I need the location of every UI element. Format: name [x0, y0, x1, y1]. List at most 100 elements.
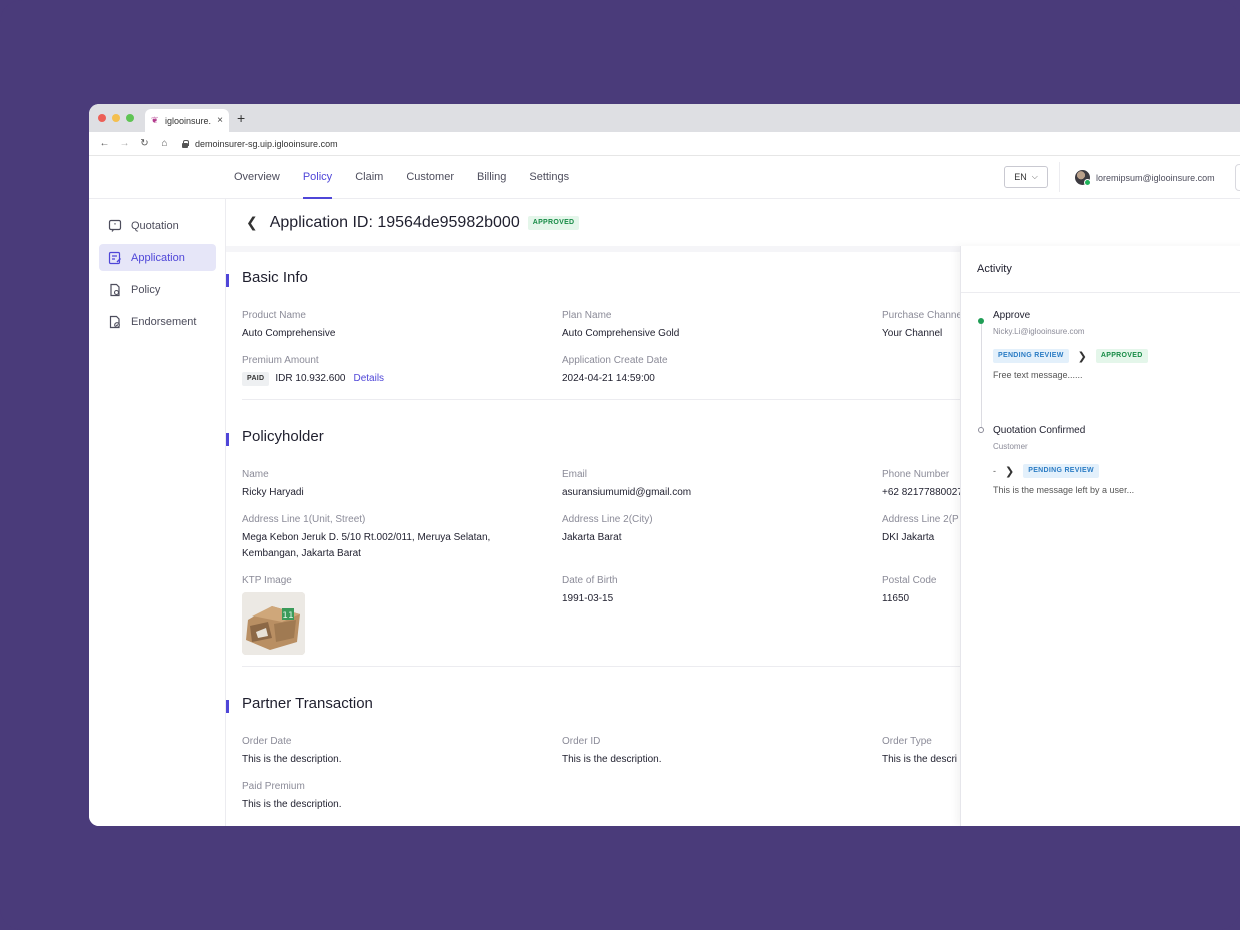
section-title-policyholder: Policyholder [242, 428, 324, 445]
details-link[interactable]: Details [353, 371, 384, 387]
minimize-window-button[interactable] [112, 114, 120, 122]
close-window-button[interactable] [98, 114, 106, 122]
ktp-image-label: KTP Image [242, 575, 292, 586]
nav-overview[interactable]: Overview [234, 156, 280, 199]
address-bar: ← → ↻ ⌂ demoinsurer-sg.uip.iglooinsure.c… [89, 132, 1240, 156]
section-title-partner-transaction: Partner Transaction [242, 695, 373, 712]
name-value: Ricky Haryadi [242, 487, 304, 498]
svg-text:11: 11 [282, 611, 293, 621]
activity-message: This is the message left by a user... [993, 485, 1135, 495]
section-accent-bar [226, 433, 229, 446]
order-id-value: This is the description. [562, 754, 662, 765]
premium-amount-label: Premium Amount [242, 355, 319, 366]
phone-value: +62 82177880027 [882, 487, 960, 498]
back-icon[interactable]: ← [97, 138, 112, 149]
activity-message: Free text message...... [993, 370, 1083, 380]
sidebar-item-label: Quotation [131, 219, 179, 232]
header-action-button[interactable] [1235, 164, 1240, 191]
sidebar-item-quotation[interactable]: “ Quotation [99, 212, 216, 239]
window-controls [98, 114, 134, 122]
activity-actor: Nicky.Li@iglooinsure.com [993, 327, 1085, 336]
language-select[interactable]: EN ⌵ [1004, 166, 1048, 188]
address-line-1-label: Address Line 1(Unit, Street) [242, 514, 366, 525]
section-divider [242, 399, 960, 400]
nav-billing[interactable]: Billing [477, 156, 506, 199]
premium-amount-value: IDR 10.932.600 [275, 373, 346, 384]
nav-settings[interactable]: Settings [529, 156, 569, 199]
create-date-value: 2024-04-21 14:59:00 [562, 373, 655, 384]
status-from-badge: PENDING REVIEW [993, 349, 1069, 363]
sidebar-item-endorsement[interactable]: Endorsement [99, 308, 216, 335]
activity-status-change: - ❯ PENDING REVIEW [993, 464, 1134, 478]
paid-premium-label: Paid Premium [242, 781, 305, 792]
purchase-channel-value: Your Channel [882, 328, 943, 339]
order-id-label: Order ID [562, 736, 601, 747]
create-date-label: Application Create Date [562, 355, 668, 366]
address-line-1-value-1: Mega Kebon Jeruk D. 5/10 Rt.002/011, Mer… [242, 532, 491, 543]
url-field[interactable]: demoinsurer-sg.uip.iglooinsure.com [181, 139, 338, 149]
order-date-value: This is the description. [242, 754, 342, 765]
status-from-text: - [993, 466, 996, 476]
phone-label: Phone Number [882, 469, 950, 480]
product-name-value: Auto Comprehensive [242, 328, 336, 339]
address-line-2-label: Address Line 2(City) [562, 514, 653, 525]
page-title: Application ID: 19564de95982b000 [269, 213, 520, 231]
status-badge: APPROVED [527, 215, 580, 230]
postal-code-label: Postal Code [882, 575, 937, 586]
main-nav: Overview Policy Claim Customer Billing S… [234, 156, 592, 199]
status-to-badge: PENDING REVIEW [1023, 464, 1099, 478]
page-header: ❮ Application ID: 19564de95982b000 APPRO… [226, 199, 1240, 246]
igloo-favicon-icon: ❦ [151, 115, 159, 125]
section-divider [242, 666, 960, 667]
quote-icon: “ [108, 219, 122, 232]
maximize-window-button[interactable] [126, 114, 134, 122]
header-divider [1059, 162, 1060, 192]
address-line-3-label: Address Line 2(P [882, 514, 959, 525]
section-accent-bar [226, 274, 229, 287]
user-menu[interactable]: loremipsum@iglooinsure.com [1075, 170, 1215, 186]
browser-tab[interactable]: ❦ iglooinsure. × [145, 109, 229, 132]
purchase-channel-label: Purchase Channe [882, 310, 960, 321]
app-header: Overview Policy Claim Customer Billing S… [89, 156, 1240, 199]
product-name-label: Product Name [242, 310, 306, 321]
premium-amount-row: PAID IDR 10.932.600 Details [242, 371, 384, 387]
back-arrow-icon[interactable]: ❮ [246, 214, 258, 231]
activity-panel: Activity Approve Nicky.Li@iglooinsure.co… [960, 246, 1240, 826]
forward-icon[interactable]: → [117, 138, 132, 149]
sidebar-item-application[interactable]: Application [99, 244, 216, 271]
tab-title: iglooinsure. [165, 115, 212, 126]
order-type-label: Order Type [882, 736, 932, 747]
tab-bar: ❦ iglooinsure. × + [89, 104, 1240, 132]
address-line-1-value-2: Kembangan, Jakarta Barat [242, 548, 361, 559]
email-value: asuransiumumid@gmail.com [562, 487, 692, 498]
home-icon[interactable]: ⌂ [157, 138, 172, 149]
name-label: Name [242, 469, 269, 480]
activity-name: Quotation Confirmed [993, 425, 1086, 436]
address-line-3-value: DKI Jakarta [882, 532, 935, 543]
nav-policy[interactable]: Policy [302, 156, 333, 199]
policy-icon [110, 283, 120, 296]
activity-actor: Customer [993, 442, 1028, 451]
timeline-dot-approved [978, 318, 984, 324]
svg-text:“: “ [113, 222, 116, 229]
nav-customer[interactable]: Customer [406, 156, 454, 199]
reload-icon[interactable]: ↻ [137, 138, 152, 149]
new-tab-button[interactable]: + [237, 110, 245, 126]
timeline-dot-pending [978, 427, 984, 433]
section-accent-bar [226, 700, 229, 713]
activity-entry: Approve Nicky.Li@iglooinsure.com PENDING… [993, 310, 1148, 380]
tab-close-icon[interactable]: × [217, 115, 223, 126]
language-value: EN [1014, 172, 1027, 182]
sidebar-item-policy[interactable]: Policy [99, 276, 216, 303]
avatar [1075, 170, 1091, 186]
ktp-image-thumbnail[interactable]: 11 [242, 592, 305, 655]
activity-name: Approve [993, 310, 1031, 321]
chevron-right-icon: ❯ [1005, 465, 1015, 478]
plan-name-value: Auto Comprehensive Gold [562, 328, 680, 339]
sidebar-item-label: Endorsement [131, 315, 197, 328]
address-line-2-value: Jakarta Barat [562, 532, 622, 543]
chevron-down-icon: ⌵ [1031, 172, 1038, 181]
nav-claim[interactable]: Claim [355, 156, 383, 199]
dob-value: 1991-03-15 [562, 593, 614, 604]
endorsement-icon [109, 315, 120, 328]
